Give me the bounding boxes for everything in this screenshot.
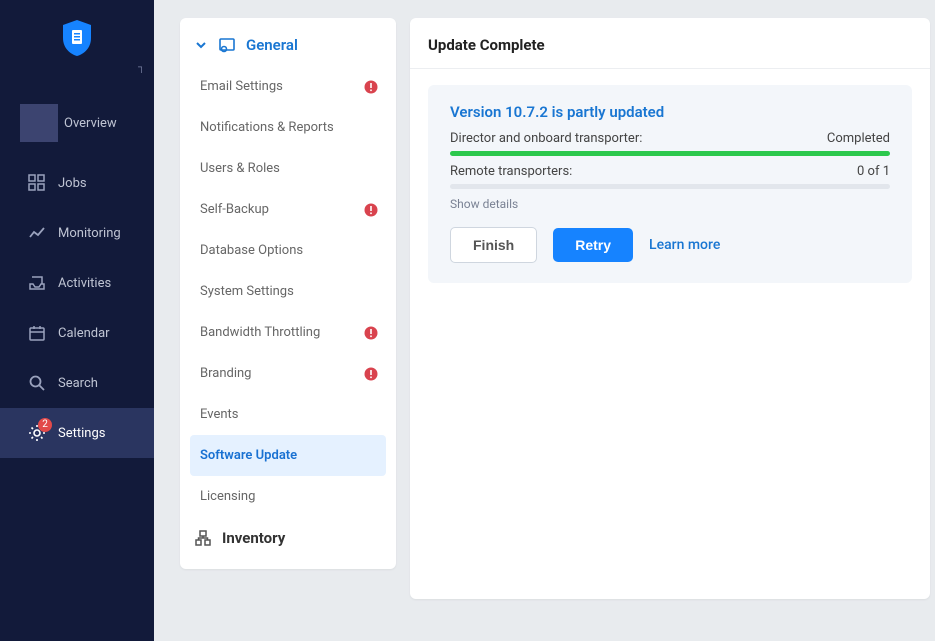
settings-badge: 2 xyxy=(38,418,52,432)
update-card: Version 10.7.2 is partly updated Directo… xyxy=(428,85,912,283)
chart-icon xyxy=(28,224,46,242)
main-panel: Update Complete Version 10.7.2 is partly… xyxy=(410,18,930,599)
sub-item-label: Notifications & Reports xyxy=(200,120,334,135)
nav-item-jobs[interactable]: Jobs xyxy=(0,158,154,208)
sub-item-label: Licensing xyxy=(200,489,255,504)
sub-item-label: Database Options xyxy=(200,243,303,258)
alert-icon xyxy=(364,203,378,217)
overview-icon xyxy=(20,104,58,142)
nav-label: Settings xyxy=(58,426,105,441)
nav-item-calendar[interactable]: Calendar xyxy=(0,308,154,358)
finish-button[interactable]: Finish xyxy=(450,227,537,263)
sub-item-branding[interactable]: Branding xyxy=(190,353,386,394)
nav-label: Monitoring xyxy=(58,226,121,241)
nav-item-overview[interactable]: Overview xyxy=(0,88,154,158)
nav-label: Calendar xyxy=(58,326,110,341)
sub-item-database-options[interactable]: Database Options xyxy=(190,230,386,271)
collapse-handle[interactable]: ┐ xyxy=(138,62,145,73)
alert-icon xyxy=(364,326,378,340)
progress-bar-director xyxy=(450,151,890,156)
sub-item-label: Software Update xyxy=(200,448,297,463)
learn-more-link[interactable]: Learn more xyxy=(649,237,720,253)
sub-item-events[interactable]: Events xyxy=(190,394,386,435)
retry-button[interactable]: Retry xyxy=(553,228,633,262)
update-row-label: Remote transporters: xyxy=(450,164,572,179)
show-details-link[interactable]: Show details xyxy=(450,197,890,211)
update-row-remote: Remote transporters: 0 of 1 xyxy=(450,164,890,179)
sub-item-label: Email Settings xyxy=(200,79,283,94)
sub-item-users-roles[interactable]: Users & Roles xyxy=(190,148,386,189)
section-label: General xyxy=(246,36,298,54)
section-label: Inventory xyxy=(222,529,285,547)
calendar-icon xyxy=(28,324,46,342)
nav-item-monitoring[interactable]: Monitoring xyxy=(0,208,154,258)
nav-label: Overview xyxy=(64,116,117,131)
general-items: Email Settings Notifications & Reports U… xyxy=(180,66,396,517)
general-icon xyxy=(218,36,236,54)
page-title: Update Complete xyxy=(410,18,930,69)
chevron-down-icon xyxy=(194,38,208,52)
inventory-icon xyxy=(194,529,212,547)
update-row-director: Director and onboard transporter: Comple… xyxy=(450,131,890,146)
alert-icon xyxy=(364,367,378,381)
alert-icon xyxy=(364,80,378,94)
sub-item-licensing[interactable]: Licensing xyxy=(190,476,386,517)
update-row-value: Completed xyxy=(827,131,890,146)
sub-item-software-update[interactable]: Software Update xyxy=(190,435,386,476)
nav-item-activities[interactable]: Activities xyxy=(0,258,154,308)
sub-item-label: Events xyxy=(200,407,238,422)
logo xyxy=(0,0,154,88)
sub-item-bandwidth-throttling[interactable]: Bandwidth Throttling xyxy=(190,312,386,353)
sub-item-email-settings[interactable]: Email Settings xyxy=(190,66,386,107)
nav-label: Jobs xyxy=(58,176,87,191)
nav-label: Activities xyxy=(58,276,111,291)
nav-item-settings[interactable]: 2 Settings xyxy=(0,408,154,458)
sub-item-notifications-reports[interactable]: Notifications & Reports xyxy=(190,107,386,148)
settings-sub-panel: General Email Settings Notifications & R… xyxy=(180,18,396,569)
tray-icon xyxy=(28,274,46,292)
sub-item-label: System Settings xyxy=(200,284,294,299)
section-inventory-header[interactable]: Inventory xyxy=(180,517,396,559)
sub-item-self-backup[interactable]: Self-Backup xyxy=(190,189,386,230)
sub-item-label: Self-Backup xyxy=(200,202,269,217)
section-general-header[interactable]: General xyxy=(180,24,396,66)
nav-item-search[interactable]: Search xyxy=(0,358,154,408)
nav-sidebar: ┐ Overview Jobs Monitoring Activities xyxy=(0,0,154,641)
sub-item-system-settings[interactable]: System Settings xyxy=(190,271,386,312)
update-row-label: Director and onboard transporter: xyxy=(450,131,642,146)
search-icon xyxy=(28,374,46,392)
shield-icon xyxy=(59,18,95,58)
update-heading: Version 10.7.2 is partly updated xyxy=(450,103,890,121)
update-actions: Finish Retry Learn more xyxy=(450,227,890,263)
sub-item-label: Bandwidth Throttling xyxy=(200,325,320,340)
progress-bar-remote xyxy=(450,184,890,189)
update-row-value: 0 of 1 xyxy=(857,164,890,179)
nav-label: Search xyxy=(58,376,98,391)
sub-item-label: Branding xyxy=(200,366,251,381)
sub-item-label: Users & Roles xyxy=(200,161,280,176)
grid-icon xyxy=(28,174,46,192)
